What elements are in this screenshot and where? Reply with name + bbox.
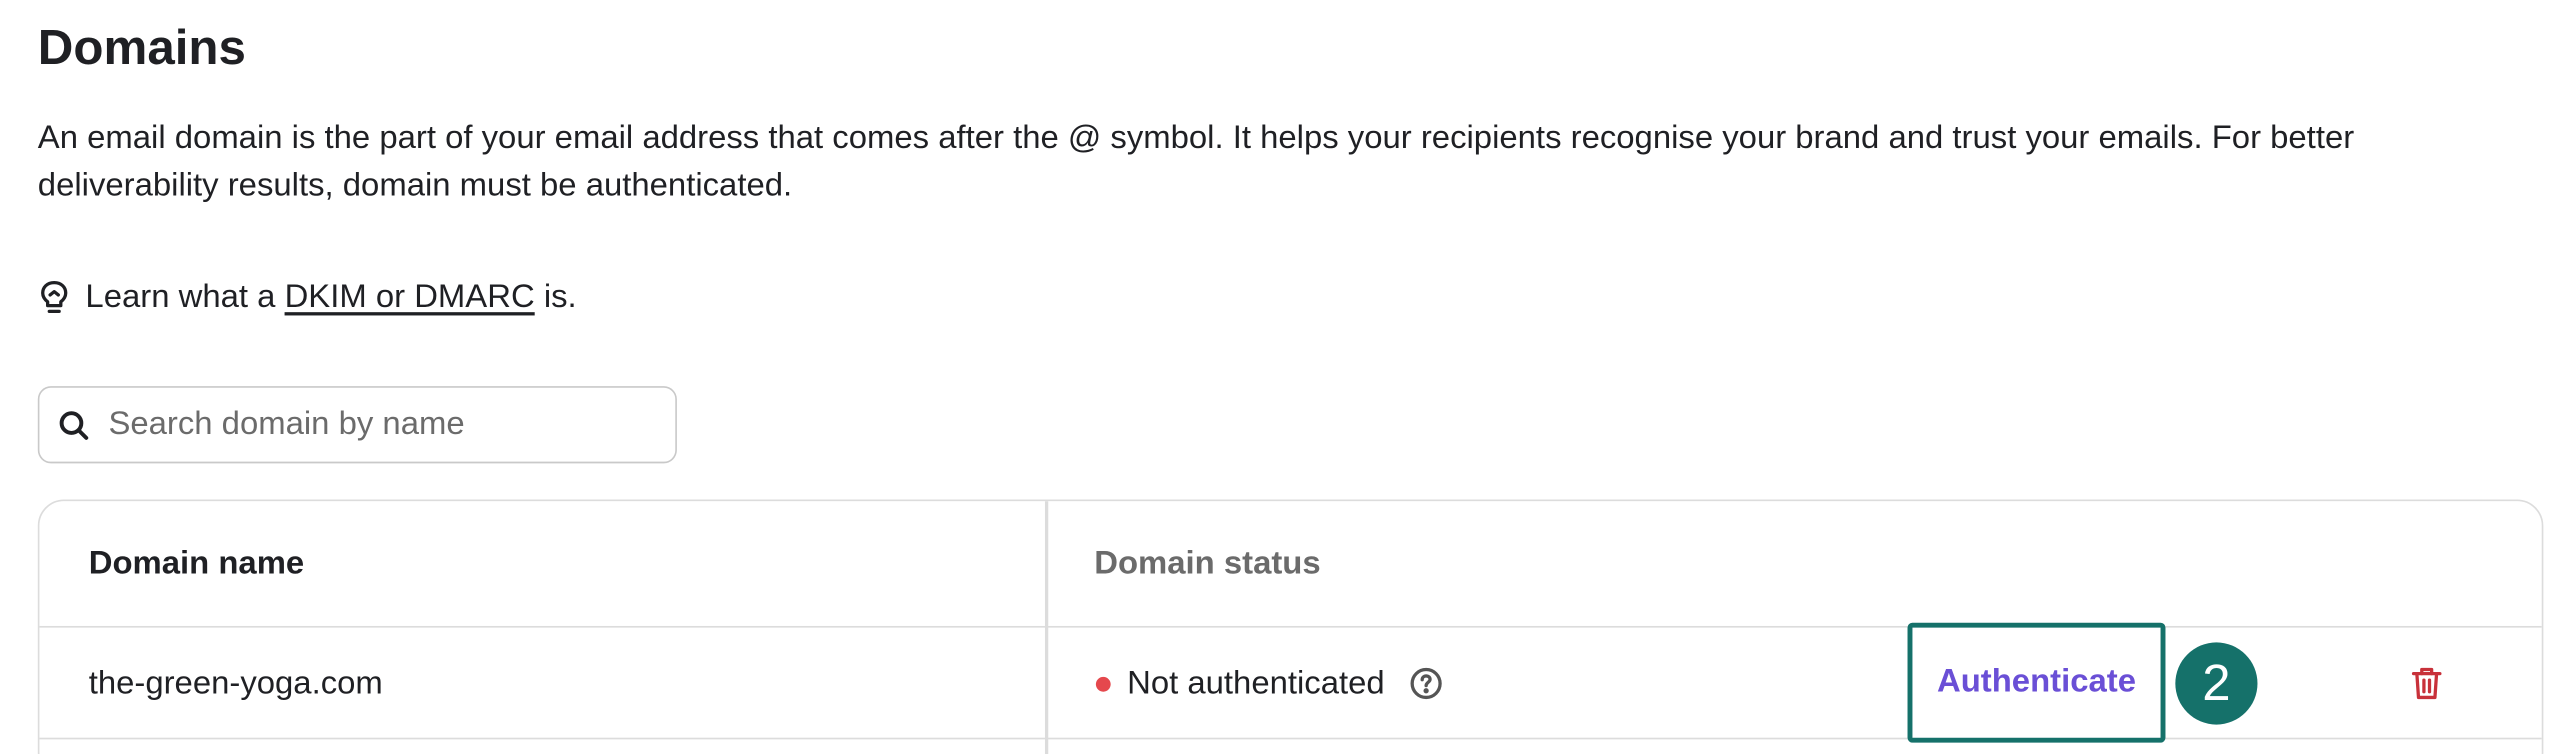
column-header-domain-status[interactable]: Domain status	[1094, 541, 1320, 587]
table-header: Domain name Domain status	[39, 501, 2542, 628]
intro-text: An email domain is the part of your emai…	[37, 119, 2355, 204]
domain-status-cell: Not authenticated	[1095, 660, 1444, 706]
domains-table: Domain name Domain status the-green-yoga…	[37, 499, 2544, 754]
authenticate-button[interactable]: Authenticate	[1907, 622, 2166, 743]
step-badge: 2	[2175, 642, 2258, 725]
lightbulb-icon	[38, 279, 71, 315]
search-icon	[58, 408, 91, 441]
learn-more-row: Learn what a DKIM or DMARC is.	[38, 273, 577, 322]
domains-page: Domains An email domain is the part of y…	[0, 0, 2568, 754]
page-title: Domains	[37, 21, 246, 76]
search-box[interactable]	[37, 386, 677, 464]
status-dot	[1095, 676, 1111, 691]
table-row: the-green-yoga.com Not authenticated Aut…	[39, 622, 2542, 743]
column-header-domain-name[interactable]: Domain name	[89, 541, 304, 587]
dkim-dmarc-link[interactable]: DKIM or DMARC	[285, 278, 535, 316]
status-label: Not authenticated	[1127, 664, 1385, 701]
domain-name-cell: the-green-yoga.com	[88, 665, 383, 702]
search-input[interactable]	[105, 404, 638, 446]
learn-suffix: is.	[534, 278, 577, 315]
trash-icon[interactable]	[2410, 665, 2443, 701]
learn-prefix: Learn what a	[85, 278, 285, 315]
help-icon[interactable]	[1408, 665, 1444, 701]
